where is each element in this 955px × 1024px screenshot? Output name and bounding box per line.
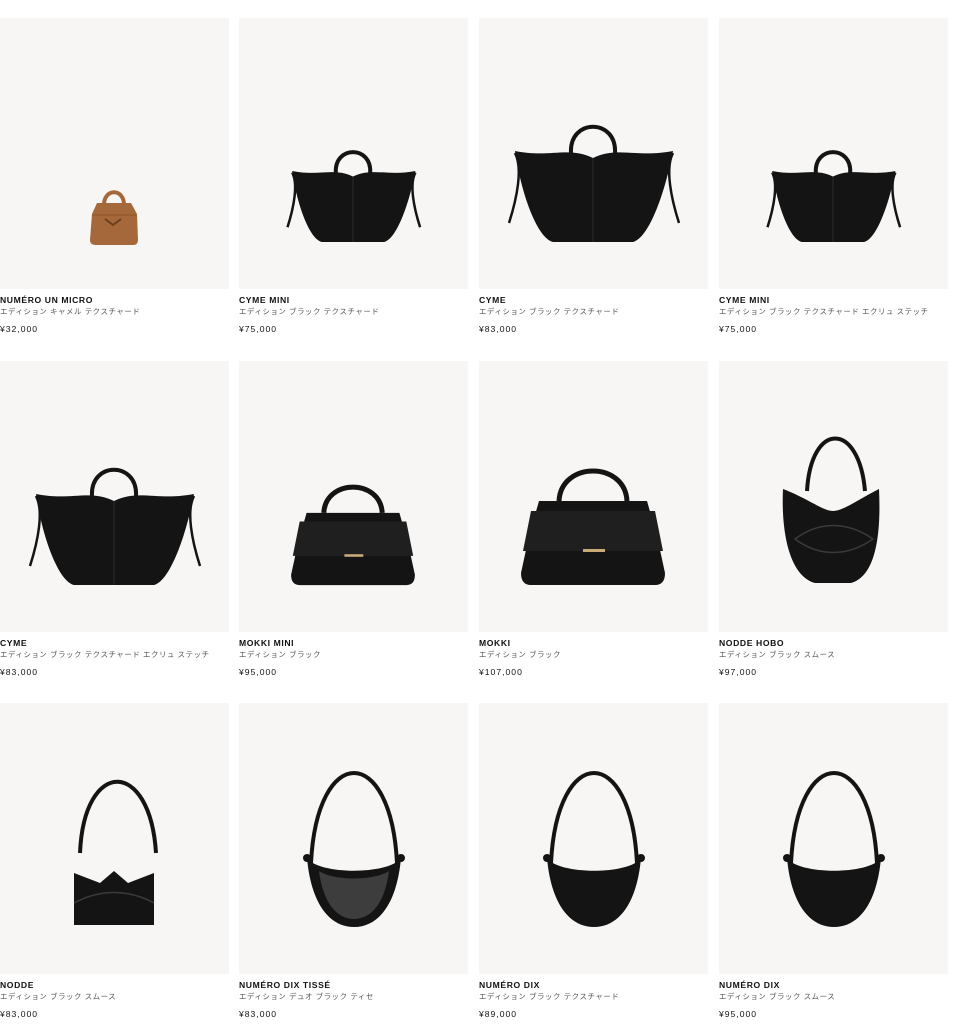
product-card[interactable]: NUMÉRO DIX エディション ブラック スムース ¥95,000 xyxy=(719,703,948,1020)
product-card[interactable]: CYME エディション ブラック テクスチャード ¥83,000 xyxy=(479,18,708,335)
product-edition: エディション ブラック テクスチャード エクリュ ステッチ xyxy=(719,307,929,316)
bag-illustration xyxy=(782,436,880,583)
product-name[interactable]: CYME MINI xyxy=(239,295,468,306)
bag-illustration xyxy=(303,771,405,927)
product-card[interactable]: MOKKI エディション ブラック ¥107,000 xyxy=(479,361,708,678)
product-card[interactable]: CYME MINI エディション ブラック テクスチャード エクリュ ステッチ ¥7… xyxy=(719,18,948,335)
product-name[interactable]: CYME xyxy=(0,638,229,649)
bag-illustration xyxy=(286,150,422,242)
product-image[interactable] xyxy=(719,18,948,289)
product-card[interactable]: NUMÉRO DIX エディション ブラック テクスチャード ¥89,000 xyxy=(479,703,708,1020)
product-card[interactable]: NODDE HOBO エディション ブラック スムース ¥97,000 xyxy=(719,361,948,678)
product-name[interactable]: NUMÉRO UN MICRO xyxy=(0,295,229,306)
product-edition: エディション キャメル テクスチャード xyxy=(0,307,141,316)
product-name[interactable]: NUMÉRO DIX xyxy=(719,980,948,991)
product-image[interactable] xyxy=(479,361,708,632)
product-name[interactable]: MOKKI MINI xyxy=(239,638,468,649)
product-name[interactable]: NODDE xyxy=(0,980,229,991)
bag-illustration xyxy=(543,771,645,927)
product-name[interactable]: MOKKI xyxy=(479,638,708,649)
product-card[interactable]: CYME MINI エディション ブラック テクスチャード ¥75,000 xyxy=(239,18,468,335)
product-price: ¥89,000 xyxy=(479,1009,518,1019)
product-edition: エディション ブラック テクスチャード エクリュ ステッチ xyxy=(0,650,210,659)
product-price: ¥83,000 xyxy=(479,324,518,334)
product-image[interactable] xyxy=(0,361,229,632)
product-name[interactable]: NODDE HOBO xyxy=(719,638,948,649)
bag-illustration xyxy=(507,124,681,242)
product-card[interactable]: NUMÉRO UN MICRO エディション キャメル テクスチャード ¥32,00… xyxy=(0,18,229,335)
product-name[interactable]: NUMÉRO DIX xyxy=(479,980,708,991)
product-name[interactable]: CYME MINI xyxy=(719,295,948,306)
bag-illustration xyxy=(783,771,885,927)
product-card[interactable]: NUMÉRO DIX TISSÉ エディション デュオ ブラック ティセ ¥83,0… xyxy=(239,703,468,1020)
product-image[interactable] xyxy=(239,361,468,632)
product-image[interactable] xyxy=(479,703,708,974)
product-card[interactable]: MOKKI MINI エディション ブラック ¥95,000 xyxy=(239,361,468,678)
product-image[interactable] xyxy=(0,703,229,974)
product-image[interactable] xyxy=(479,18,708,289)
bag-illustration xyxy=(28,467,202,585)
product-card[interactable]: NODDE エディション ブラック スムース ¥83,000 xyxy=(0,703,229,1020)
product-edition: エディション ブラック テクスチャード xyxy=(239,307,380,316)
bag-illustration xyxy=(90,190,138,245)
bag-illustration xyxy=(766,150,902,242)
product-price: ¥107,000 xyxy=(479,667,523,677)
product-price: ¥83,000 xyxy=(0,1009,39,1019)
product-edition: エディション ブラック スムース xyxy=(0,992,117,1001)
product-price: ¥75,000 xyxy=(719,324,758,334)
product-card[interactable]: CYME エディション ブラック テクスチャード エクリュ ステッチ ¥83,000 xyxy=(0,361,229,678)
product-image[interactable] xyxy=(0,18,229,289)
bag-illustration xyxy=(291,484,415,586)
product-price: ¥97,000 xyxy=(719,667,758,677)
product-edition: エディション ブラック xyxy=(479,650,562,659)
product-price: ¥75,000 xyxy=(239,324,278,334)
polene-monogram-icon xyxy=(210,26,220,48)
product-edition: エディション ブラック スムース xyxy=(719,650,836,659)
product-name[interactable]: NUMÉRO DIX TISSÉ xyxy=(239,980,468,991)
product-edition: エディション ブラック テクスチャード xyxy=(479,307,620,316)
product-price: ¥83,000 xyxy=(239,1009,278,1019)
product-image[interactable] xyxy=(719,361,948,632)
product-price: ¥95,000 xyxy=(719,1009,758,1019)
product-image[interactable] xyxy=(239,18,468,289)
product-edition: エディション デュオ ブラック ティセ xyxy=(239,992,374,1001)
product-image[interactable] xyxy=(719,703,948,974)
product-price: ¥95,000 xyxy=(239,667,278,677)
product-price: ¥32,000 xyxy=(0,324,39,334)
product-name[interactable]: CYME xyxy=(479,295,708,306)
product-edition: エディション ブラック スムース xyxy=(719,992,836,1001)
product-image[interactable] xyxy=(239,703,468,974)
bag-illustration xyxy=(73,779,158,925)
bag-illustration xyxy=(521,468,665,585)
product-edition: エディション ブラック xyxy=(239,650,322,659)
product-edition: エディション ブラック テクスチャード xyxy=(479,992,620,1001)
product-price: ¥83,000 xyxy=(0,667,39,677)
